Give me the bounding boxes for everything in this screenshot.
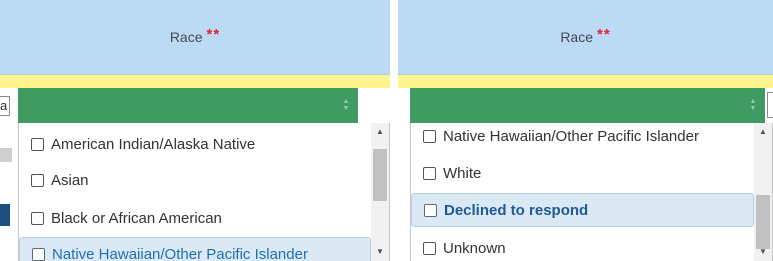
highlight-band xyxy=(398,75,773,88)
race-column-header: Race ** xyxy=(398,0,773,75)
race-select[interactable]: ▲ ▼ xyxy=(18,88,358,123)
scrollbar-thumb[interactable] xyxy=(373,149,387,201)
background-row-edge xyxy=(0,148,12,162)
option-label: Declined to respond xyxy=(444,201,589,219)
option-label: Asian xyxy=(51,171,89,189)
sort-caret-icon: ▲ ▼ xyxy=(342,98,350,112)
race-select[interactable]: ▲ ▼ xyxy=(410,88,765,123)
option-label: Native Hawaiian/Other Pacific Islander xyxy=(443,127,699,145)
option-label: American Indian/Alaska Native xyxy=(51,135,256,153)
dropdown-scrollbar[interactable]: ▲ ▼ xyxy=(754,123,772,261)
sort-caret-icon: ▲ ▼ xyxy=(749,98,757,112)
option-black-african-american[interactable]: Black or African American xyxy=(19,201,371,235)
race-options-list[interactable]: Native Hawaiian/Other Pacific Islander W… xyxy=(410,123,773,261)
checkbox[interactable] xyxy=(31,211,44,225)
checkbox[interactable] xyxy=(423,129,436,143)
race-header-label: Race xyxy=(169,29,203,45)
option-white[interactable]: White xyxy=(411,156,754,190)
adjacent-field-edge[interactable]: a xyxy=(0,96,10,116)
dropdown-scrollbar[interactable]: ▲ ▼ xyxy=(371,123,389,261)
checkbox[interactable] xyxy=(31,173,44,187)
checkbox[interactable] xyxy=(423,241,436,255)
highlight-band xyxy=(0,75,390,88)
checkbox[interactable] xyxy=(424,203,437,217)
option-label: Black or African American xyxy=(51,209,222,227)
option-native-hawaiian[interactable]: Native Hawaiian/Other Pacific Islander xyxy=(19,237,371,261)
adjacent-field-edge[interactable] xyxy=(767,92,773,118)
scroll-up-arrow-icon[interactable]: ▲ xyxy=(371,125,389,139)
option-declined-to-respond[interactable]: Declined to respond xyxy=(411,193,754,227)
race-panel-left: Race ** a ▲ ▼ American Indian/Alaska Nati… xyxy=(0,0,390,261)
scroll-up-arrow-icon[interactable]: ▲ xyxy=(754,125,772,139)
scrollbar-thumb[interactable] xyxy=(756,195,770,249)
option-american-indian[interactable]: American Indian/Alaska Native xyxy=(19,127,371,161)
scroll-down-arrow-icon[interactable]: ▼ xyxy=(754,245,772,259)
checkbox[interactable] xyxy=(32,247,45,261)
race-header-label: Race xyxy=(560,29,593,45)
race-column-header: Race ** xyxy=(0,0,390,75)
option-label: White xyxy=(443,164,482,182)
required-marker: ** xyxy=(206,25,221,43)
option-unknown[interactable]: Unknown xyxy=(411,231,754,261)
checkbox[interactable] xyxy=(31,137,44,151)
checkbox[interactable] xyxy=(423,166,436,180)
option-label: Unknown xyxy=(443,239,506,257)
race-options-list[interactable]: American Indian/Alaska Native Asian Blac… xyxy=(18,123,390,261)
scroll-down-arrow-icon[interactable]: ▼ xyxy=(371,245,389,259)
option-label: Native Hawaiian/Other Pacific Islander xyxy=(52,245,308,261)
option-native-hawaiian[interactable]: Native Hawaiian/Other Pacific Islander xyxy=(411,123,754,153)
required-marker: ** xyxy=(597,25,611,43)
background-button-edge xyxy=(0,204,10,226)
race-panel-right: Race ** ▲ ▼ Native Hawaiian/Other Pacific… xyxy=(398,0,773,261)
option-asian[interactable]: Asian xyxy=(19,163,371,197)
